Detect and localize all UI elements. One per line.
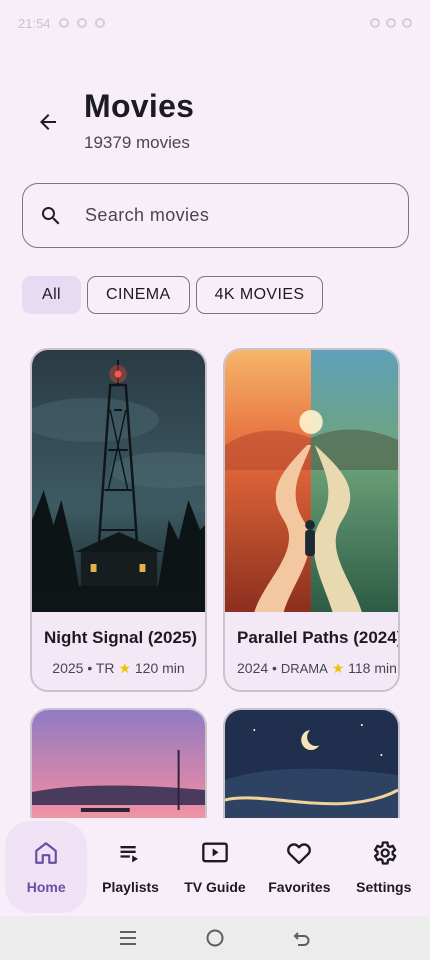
status-time: 21:54	[18, 15, 51, 31]
gear-icon	[370, 839, 398, 867]
movie-tag: TR	[95, 660, 115, 676]
movie-duration: 118 min	[348, 660, 397, 676]
movie-duration: 120 min	[134, 660, 185, 676]
back-system-button[interactable]	[287, 923, 317, 953]
movie-count: 19379 movies	[84, 133, 190, 152]
chip-all[interactable]: All	[22, 276, 81, 314]
recents-icon	[119, 931, 136, 945]
page-title: Movies	[84, 88, 195, 124]
nav-label: Favorites	[268, 879, 331, 895]
movie-card[interactable]: Parallel Paths (2024) 2024 • DRAMA ★ 118…	[223, 348, 400, 692]
movie-grid: Night Signal (2025) 2025 • TR ★ 120 min	[30, 348, 402, 818]
movie-poster	[225, 350, 398, 612]
heart-icon	[285, 839, 313, 867]
nav-settings[interactable]: Settings	[343, 821, 425, 913]
back-button[interactable]	[28, 102, 68, 142]
circle-icon	[206, 929, 224, 947]
wifi-icon	[370, 18, 380, 28]
search-icon	[39, 204, 63, 228]
movie-card[interactable]: Night Signal (2025) 2025 • TR ★ 120 min	[30, 348, 207, 692]
nav-home[interactable]: Home	[5, 821, 88, 913]
search-input[interactable]	[85, 205, 385, 226]
movie-poster	[32, 350, 205, 612]
status-bar: 21:54	[0, 0, 430, 46]
nav-favorites[interactable]: Favorites	[258, 821, 340, 913]
bottom-navigation: Home Playlists TV Guide Favorites Settin…	[0, 818, 430, 916]
nav-label: Playlists	[102, 879, 159, 895]
movie-poster	[32, 710, 205, 818]
movie-card[interactable]	[223, 708, 400, 818]
nav-tv-guide[interactable]: TV Guide	[174, 821, 256, 913]
home-system-button[interactable]	[200, 923, 230, 953]
notification-icon	[58, 18, 69, 28]
nav-playlists[interactable]: Playlists	[90, 821, 172, 913]
playlist-icon	[117, 839, 145, 867]
movie-meta: 2025 • TR ★ 120 min	[32, 648, 205, 677]
movie-year: 2024	[237, 660, 269, 676]
movie-title: Night Signal (2025)	[44, 628, 198, 647]
movie-poster	[225, 710, 398, 818]
star-icon: ★	[331, 660, 345, 676]
arrow-left-icon	[40, 114, 56, 130]
tv-guide-icon	[201, 839, 229, 867]
star-icon: ★	[118, 660, 131, 676]
back-icon	[293, 932, 310, 946]
movie-title: Parallel Paths (2024)	[237, 628, 400, 647]
filter-chips: All CINEMA 4K MOVIES	[22, 276, 324, 314]
separator-dot: •	[87, 660, 96, 676]
nav-label: Settings	[356, 879, 412, 895]
notification-icon	[76, 18, 87, 28]
chip-cinema[interactable]: CINEMA	[86, 276, 190, 314]
system-navigation-bar	[0, 916, 430, 960]
header: Movies 19379 movies	[0, 86, 430, 166]
signal-icon	[386, 18, 396, 28]
search-bar[interactable]	[22, 183, 409, 248]
movie-year: 2025	[52, 660, 84, 676]
chip-4k-movies[interactable]: 4K MOVIES	[195, 276, 324, 314]
recents-button[interactable]	[113, 923, 143, 953]
movie-meta: 2024 • DRAMA ★ 118 min	[225, 648, 398, 677]
movie-card[interactable]	[30, 708, 207, 818]
notification-icon	[94, 18, 105, 28]
separator-dot: •	[272, 660, 281, 676]
nav-label: Home	[26, 879, 66, 895]
nav-label: TV Guide	[184, 879, 246, 895]
movie-tag: DRAMA	[280, 661, 328, 676]
battery-icon	[402, 18, 412, 28]
home-icon	[32, 839, 60, 867]
